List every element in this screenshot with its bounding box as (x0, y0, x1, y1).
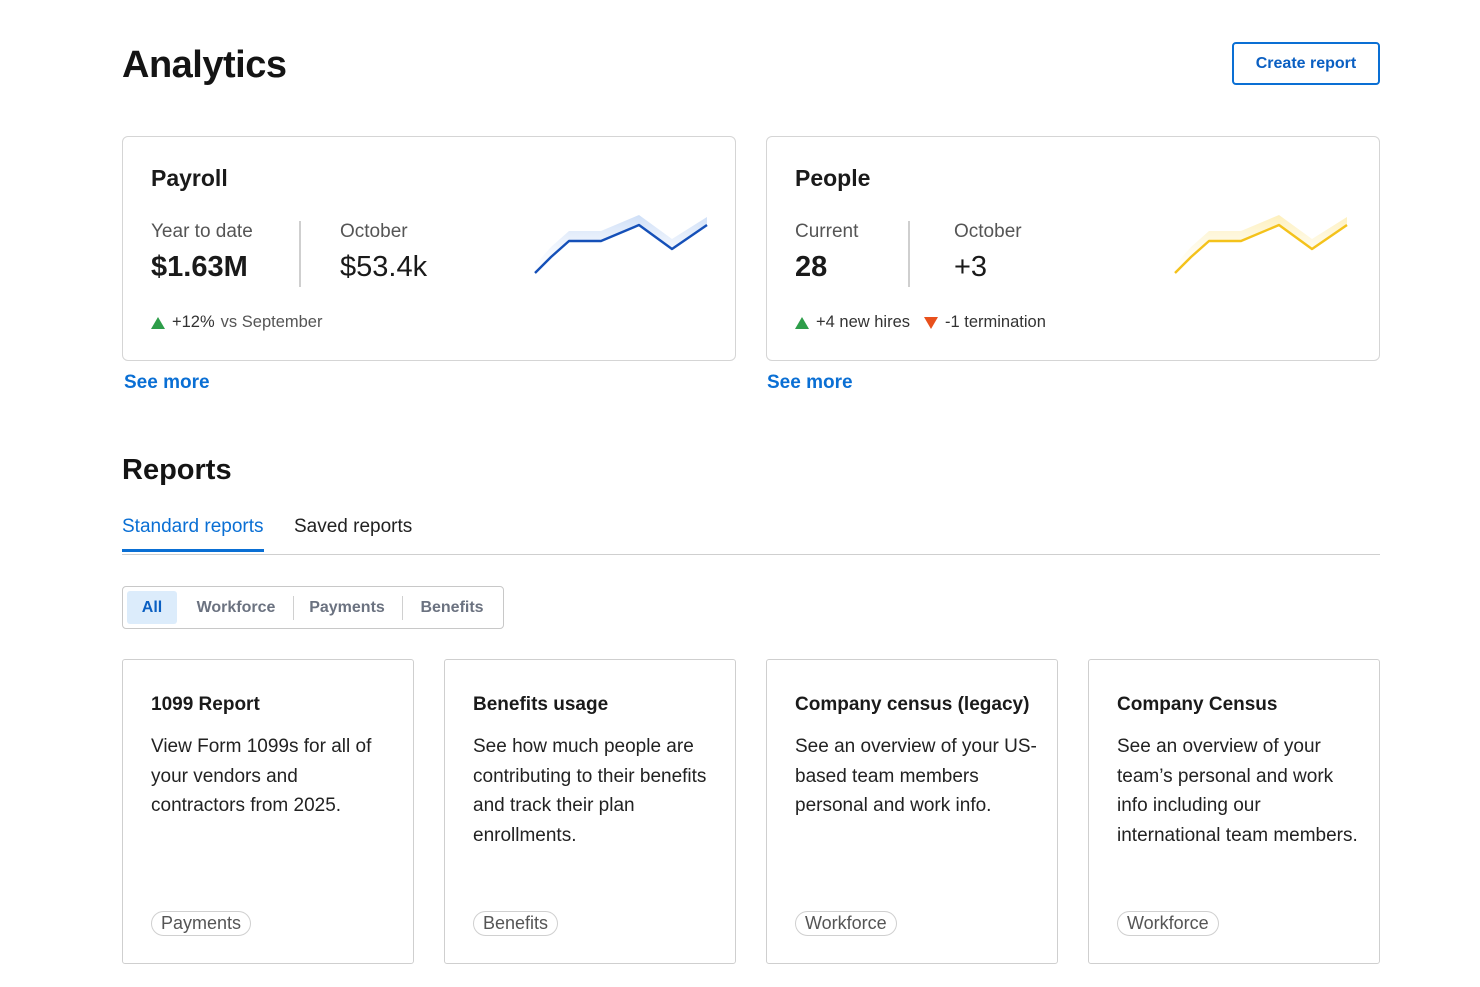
payroll-trend-suffix: vs September (220, 313, 323, 331)
payroll-october-label: October (340, 221, 408, 242)
payroll-ytd-metric: Year to date $1.63M (151, 221, 253, 284)
payroll-card: Payroll Year to date $1.63M October $53.… (122, 136, 736, 361)
people-current-label: Current (795, 221, 859, 242)
payroll-title: Payroll (151, 165, 228, 191)
tab-standard-reports[interactable]: Standard reports (122, 516, 264, 552)
people-current-metric: Current 28 (795, 221, 858, 284)
report-card-benefits-usage[interactable]: Benefits usage See how much people are c… (444, 659, 736, 964)
report-card-company-census-legacy[interactable]: Company census (legacy) See an overview … (766, 659, 1058, 964)
trend-down-icon (924, 316, 939, 329)
report-card-tag: Workforce (1117, 911, 1219, 936)
report-card-description: View Form 1099s for all of your vendors … (151, 736, 372, 816)
report-tabs: Standard reports Saved reports (122, 506, 1380, 555)
payroll-see-more-link[interactable]: See more (124, 372, 210, 394)
payroll-october-metric: October $53.4k (340, 221, 427, 284)
report-card-tag: Benefits (473, 911, 559, 936)
payroll-sparkline (534, 215, 708, 274)
people-metric-divider (908, 221, 910, 287)
page-title: Analytics (122, 44, 287, 86)
people-title: People (795, 165, 871, 191)
trend-up-icon (795, 316, 809, 329)
filter-benefits[interactable]: Benefits (407, 591, 497, 624)
report-card-title: 1099 Report (151, 694, 260, 715)
payroll-ytd-label: Year to date (151, 221, 253, 242)
filter-all[interactable]: All (127, 591, 177, 624)
people-trend: +4 new hires -1 termination (795, 313, 1046, 332)
filter-separator (293, 596, 294, 620)
report-card-title: Benefits usage (473, 694, 609, 715)
report-card-description: See an overview of your US-based team me… (795, 736, 1037, 816)
report-card-tag: Workforce (795, 911, 897, 936)
filter-payments[interactable]: Payments (299, 591, 395, 624)
payroll-trend: +12% vs September (151, 313, 322, 332)
reports-section-title: Reports (122, 454, 232, 486)
create-report-button[interactable]: Create report (1232, 42, 1380, 85)
people-see-more-link[interactable]: See more (767, 372, 853, 394)
people-card: People Current 28 October +3 +4 new hire… (766, 136, 1380, 361)
people-sparkline (1174, 215, 1348, 274)
people-october-label: October (954, 221, 1022, 242)
payroll-ytd-value: $1.63M (151, 251, 248, 283)
payroll-metric-divider (299, 221, 301, 287)
report-card-description: See how much people are contributing to … (473, 736, 707, 846)
payroll-trend-value: +12% (172, 313, 215, 331)
report-card-title: Company Census (1117, 694, 1278, 715)
report-card-1099[interactable]: 1099 Report View Form 1099s for all of y… (122, 659, 414, 964)
people-october-metric: October +3 (954, 221, 1022, 284)
people-current-value: 28 (795, 251, 828, 283)
trend-up-icon (151, 316, 165, 329)
payroll-october-value: $53.4k (340, 251, 428, 283)
report-category-filter: All Workforce Payments Benefits (122, 586, 504, 629)
report-card-tag: Payments (151, 911, 252, 936)
people-october-value: +3 (954, 251, 988, 283)
filter-workforce[interactable]: Workforce (183, 591, 289, 624)
filter-separator (402, 596, 403, 620)
people-trend-down: -1 termination (945, 313, 1046, 331)
report-card-title: Company census (legacy) (795, 694, 1030, 715)
report-card-description: See an overview of your team’s personal … (1117, 736, 1358, 846)
tab-saved-reports[interactable]: Saved reports (294, 516, 412, 549)
people-trend-up: +4 new hires (816, 313, 911, 331)
report-card-company-census[interactable]: Company Census See an overview of your t… (1088, 659, 1380, 964)
